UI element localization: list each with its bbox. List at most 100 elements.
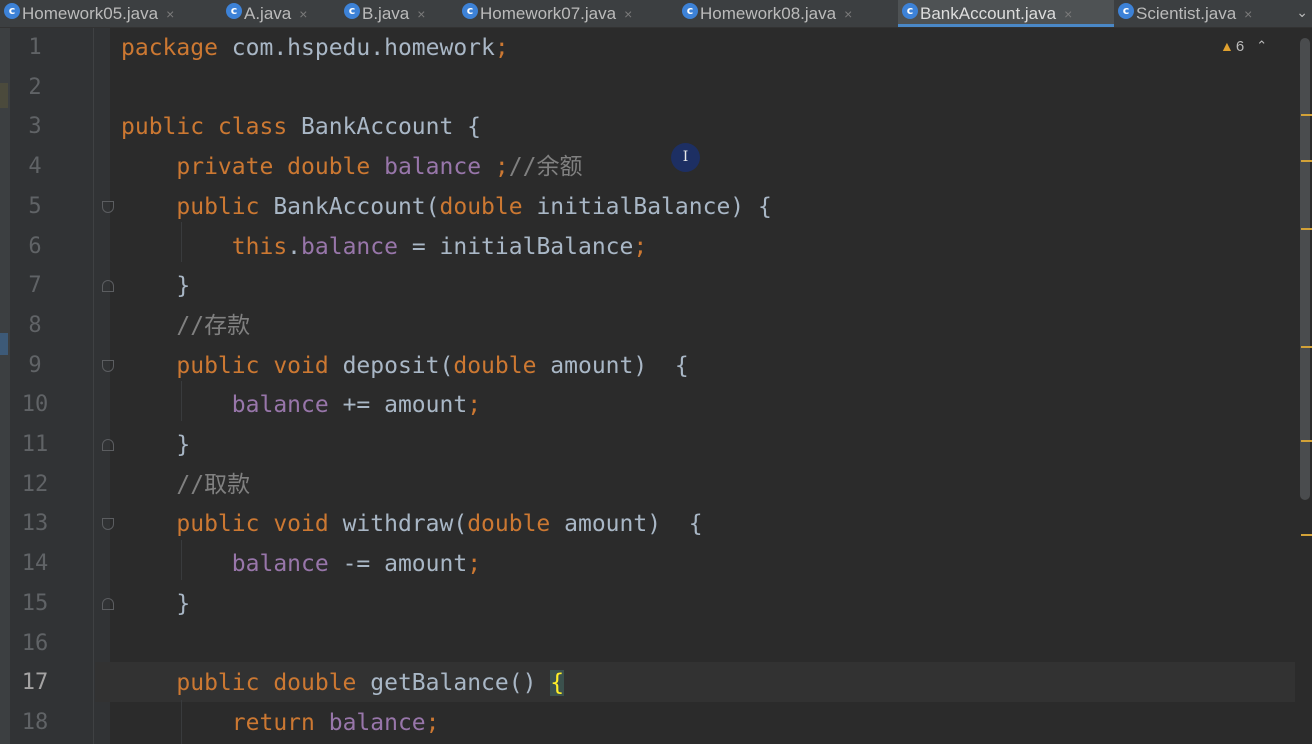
java-class-icon: c bbox=[1118, 3, 1134, 19]
code-token: } bbox=[121, 432, 191, 458]
tab-a-java[interactable]: c A.java × bbox=[222, 0, 340, 27]
code-line[interactable]: } bbox=[121, 266, 190, 306]
java-class-icon: c bbox=[462, 3, 478, 19]
mouse-cursor-icon: I bbox=[671, 143, 700, 172]
code-token: BankAccount { bbox=[301, 114, 482, 141]
line-number: 8 bbox=[28, 312, 42, 338]
line-number: 13 bbox=[21, 511, 49, 537]
code-token: double bbox=[439, 193, 537, 220]
close-tab-icon[interactable]: × bbox=[624, 6, 632, 22]
tab-bankaccount-java[interactable]: c BankAccount.java × bbox=[898, 0, 1114, 27]
code-token: double bbox=[453, 352, 551, 379]
code-line[interactable]: //取款 bbox=[121, 465, 250, 505]
code-line[interactable]: //存款 bbox=[121, 306, 250, 346]
left-strip-selection bbox=[0, 333, 8, 355]
line-number-gutter[interactable]: 1 2 3 4 5 6 7 8 9 10 11 12 13 14 15 16 17 18 bbox=[10, 28, 114, 744]
left-strip-marker bbox=[0, 36, 8, 54]
code-token: ; bbox=[494, 154, 509, 181]
warning-icon: ▲ bbox=[1220, 38, 1234, 54]
line-number: 11 bbox=[21, 432, 49, 457]
code-token: //存款 bbox=[176, 312, 251, 339]
line-number: 15 bbox=[21, 590, 49, 616]
code-token: this bbox=[231, 233, 288, 260]
code-line[interactable]: this.balance = initialBalance; bbox=[121, 227, 647, 267]
code-editor[interactable]: I package com.hspedu.homework; public cla… bbox=[95, 28, 1296, 744]
code-token: double bbox=[467, 511, 565, 538]
code-token: ; bbox=[633, 233, 648, 260]
close-tab-icon[interactable]: × bbox=[844, 6, 852, 22]
code-token: += amount bbox=[328, 392, 468, 419]
warning-stripe-mark[interactable] bbox=[1301, 160, 1312, 162]
warning-stripe-mark[interactable] bbox=[1301, 114, 1312, 116]
tab-list-chevron-icon[interactable]: ⌄ bbox=[1296, 4, 1308, 21]
code-line[interactable]: public double getBalance() { bbox=[121, 663, 565, 703]
line-number: 17 bbox=[21, 670, 49, 696]
line-number: 3 bbox=[28, 114, 42, 140]
code-line[interactable]: public class BankAccount { bbox=[121, 107, 481, 147]
line-number: 16 bbox=[21, 630, 49, 656]
warning-stripe-mark[interactable] bbox=[1301, 440, 1312, 442]
warning-stripe-mark[interactable] bbox=[1301, 228, 1312, 230]
warning-stripe-mark[interactable] bbox=[1301, 346, 1312, 348]
line-number: 18 bbox=[21, 709, 49, 735]
code-line[interactable]: } bbox=[121, 584, 190, 624]
scrollbar-thumb[interactable] bbox=[1300, 38, 1310, 500]
tab-b-java[interactable]: c B.java × bbox=[340, 0, 458, 27]
code-token: public double bbox=[176, 670, 371, 697]
previous-highlight-arrow-icon[interactable]: ⌃ bbox=[1256, 38, 1267, 54]
code-line[interactable]: return balance; bbox=[121, 703, 440, 743]
error-stripe-scrollbar[interactable] bbox=[1297, 28, 1312, 744]
code-line[interactable]: } bbox=[121, 425, 190, 465]
tab-label: Homework08.java bbox=[700, 3, 837, 23]
code-token: = initialBalance bbox=[397, 233, 634, 260]
code-token: withdraw( bbox=[342, 511, 468, 538]
java-class-icon: c bbox=[682, 3, 698, 19]
code-token: initialBalance) { bbox=[536, 193, 772, 220]
code-line[interactable]: balance += amount; bbox=[121, 385, 481, 425]
left-tool-strip bbox=[0, 28, 10, 744]
code-token: com.hspedu.homework bbox=[217, 35, 495, 61]
line-number: 9 bbox=[28, 352, 42, 378]
code-token: ; bbox=[467, 392, 482, 419]
tab-homework05-java[interactable]: c Homework05.java × bbox=[0, 0, 222, 27]
code-line[interactable]: public BankAccount(double initialBalance… bbox=[121, 187, 772, 227]
warning-stripe-mark[interactable] bbox=[1301, 534, 1312, 536]
line-number: 7 bbox=[28, 273, 42, 299]
tab-homework08-java[interactable]: c Homework08.java × bbox=[678, 0, 898, 27]
tab-homework07-java[interactable]: c Homework07.java × bbox=[458, 0, 678, 27]
code-line[interactable]: public void deposit(double amount) { bbox=[121, 346, 688, 386]
code-token: //取款 bbox=[176, 471, 251, 498]
gutter-separator bbox=[93, 28, 94, 744]
tab-label: B.java bbox=[362, 3, 410, 23]
code-token: getBalance() bbox=[370, 670, 551, 697]
code-token: ; bbox=[494, 35, 509, 61]
close-tab-icon[interactable]: × bbox=[299, 6, 307, 22]
java-class-icon: c bbox=[226, 3, 242, 19]
code-token: balance bbox=[231, 392, 329, 419]
close-tab-icon[interactable]: × bbox=[1244, 6, 1252, 22]
code-line[interactable]: public void withdraw(double amount) { bbox=[121, 504, 702, 544]
code-token: public void bbox=[176, 511, 343, 538]
code-line[interactable]: package com.hspedu.homework; bbox=[121, 28, 509, 68]
tab-scientist-java[interactable]: c Scientist.java × bbox=[1114, 0, 1312, 27]
tab-label: Homework05.java bbox=[22, 3, 159, 23]
code-token: return bbox=[231, 709, 329, 736]
line-number: 2 bbox=[28, 74, 42, 100]
close-tab-icon[interactable]: × bbox=[1064, 6, 1072, 22]
inspection-widget[interactable]: ▲ 6 ⌃ bbox=[1220, 36, 1267, 56]
tab-label: BankAccount.java bbox=[920, 3, 1057, 23]
close-tab-icon[interactable]: × bbox=[166, 6, 174, 22]
close-tab-icon[interactable]: × bbox=[417, 6, 425, 22]
code-line[interactable]: balance -= amount; bbox=[121, 544, 481, 584]
tab-label: Scientist.java bbox=[1136, 3, 1237, 23]
code-token: . bbox=[287, 233, 302, 260]
code-line[interactable]: private double balance ;//余额 bbox=[121, 147, 582, 187]
code-token: balance bbox=[384, 154, 482, 181]
